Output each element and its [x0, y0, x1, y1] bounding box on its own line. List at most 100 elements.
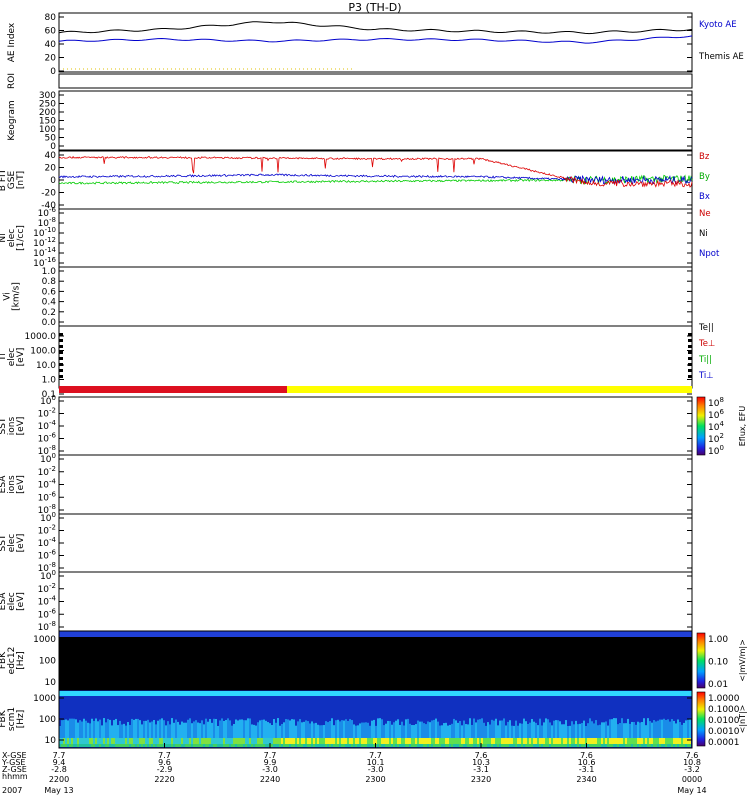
fbk-scm-cell	[307, 738, 309, 744]
legend-bz: Bz	[699, 152, 710, 162]
fbk-scm-cell	[467, 738, 469, 744]
fbk-scm-cell	[513, 725, 515, 738]
fbk-scm-cell	[661, 719, 663, 738]
panel-frame-vi	[58, 266, 693, 327]
fbk-scm-cell	[479, 719, 481, 738]
fbk-scm-cell	[181, 721, 183, 738]
fbk-scm-cell	[535, 722, 537, 738]
fbk-scm-cell	[389, 738, 391, 744]
fbk-scm-cell	[661, 744, 663, 747]
fbk-scm-cell	[77, 722, 79, 738]
fbk-scm-cell	[297, 744, 299, 747]
fbk-scm-cell	[357, 744, 359, 747]
fbk-scm-cell	[681, 744, 683, 747]
y-tick-label: 20	[45, 54, 57, 64]
fbk-scm-cell	[457, 744, 459, 747]
fbk-scm-cell	[677, 719, 679, 738]
fbk-scm-cell	[445, 722, 447, 738]
fbk-scm-cell	[451, 738, 453, 744]
fbk-scm-cell	[487, 722, 489, 738]
fbk-scm-cell	[485, 738, 487, 744]
fbk-scm-cell	[253, 744, 255, 747]
fbk-scm-cell	[597, 744, 599, 747]
fbk-scm-cell	[277, 718, 279, 738]
fbk-scm-cell	[315, 722, 317, 738]
legend-ti: Ti||	[698, 355, 712, 365]
fbk-scm-cell	[255, 744, 257, 747]
fbk-scm-cell	[75, 719, 77, 738]
fbk-scm-cell	[367, 722, 369, 738]
y-axis-label-sst_elec: SST elec [eV]	[0, 534, 26, 553]
x-tick-label-z: -3.0	[262, 765, 278, 774]
fbk-scm-cell	[77, 744, 79, 747]
fbk-scm-cell	[475, 744, 477, 747]
panel-frame-sst_ion	[58, 396, 693, 456]
fbk-scm-cell	[417, 738, 419, 744]
fbk-scm-cell	[673, 720, 675, 738]
fbk-scm-cell	[481, 718, 483, 738]
fbk-scm-cell	[683, 744, 685, 747]
fbk-scm-cell	[569, 725, 571, 738]
fbk-scm-cell	[243, 744, 245, 747]
fbk-scm-cell	[527, 738, 529, 744]
fbk-scm-cell	[423, 738, 425, 744]
fbk-scm-cell	[135, 718, 137, 738]
fbk-scm-cell	[593, 738, 595, 744]
fbk-scm-cell	[495, 738, 497, 744]
ti-marker	[688, 357, 692, 360]
fbk-scm-cell	[447, 738, 449, 744]
fbk-scm-cell	[517, 725, 519, 738]
fbk-scm-cell	[679, 738, 681, 744]
fbk-scm-cell	[335, 738, 337, 744]
y-tick-label: 100	[39, 657, 56, 667]
y-label-line: [Hz]	[16, 651, 26, 670]
fbk-scm-cell	[95, 744, 97, 747]
fbk-scm-cell	[563, 744, 565, 747]
fbk-scm-cell	[629, 723, 631, 738]
fbk-scm-cell	[643, 718, 645, 738]
fbk-scm-cell	[657, 738, 659, 744]
fbk-scm-cell	[559, 721, 561, 738]
ti-marker	[688, 333, 692, 336]
y-tick-label: 10	[45, 678, 57, 688]
fbk-scm-cell	[341, 744, 343, 747]
fbk-scm-cell	[537, 738, 539, 744]
fbk-scm-cell	[415, 724, 417, 738]
fbk-scm-cell	[125, 725, 127, 738]
y-axis-label-keogram: Keogram	[7, 100, 17, 140]
fbk-scm-cell	[291, 738, 293, 744]
fbk-scm-cell	[685, 744, 687, 747]
colorbar-title: <|nT|>	[738, 705, 747, 734]
x-axis: X-GSEY-GSEZ-GSEhhmm20077.79.4-2.82200May…	[1, 743, 707, 795]
fbk-scm-cell	[255, 738, 257, 744]
fbk-scm-cell	[501, 744, 503, 747]
y-tick-label: 10-2	[38, 465, 56, 478]
ti-marker	[688, 351, 692, 354]
fbk-scm-cell	[493, 744, 495, 747]
y-tick-label: 40	[45, 151, 57, 161]
y-label-line: [eV]	[16, 417, 26, 436]
panel-fbk_scm: 100010010FBK scm1 [Hz]1.00000.10000.01000.…	[0, 689, 747, 749]
fbk-scm-cell	[357, 738, 359, 744]
fbk-scm-cell	[397, 744, 399, 747]
fbk-scm-cell	[651, 744, 653, 747]
legend-kyotoae: Kyoto AE	[699, 20, 737, 30]
fbk-scm-cell	[353, 744, 355, 747]
fbk-scm-cell	[649, 738, 651, 744]
fbk-scm-cell	[541, 725, 543, 738]
fbk-scm-cell	[289, 744, 291, 747]
fbk-scm-cell	[413, 744, 415, 747]
fbk-scm-cell	[237, 720, 239, 738]
fbk-scm-cell	[687, 738, 689, 744]
fbk-scm-cell	[565, 720, 567, 738]
fbk-scm-cell	[295, 738, 297, 744]
fbk-scm-cell	[111, 725, 113, 738]
fbk-scm-cell	[505, 725, 507, 738]
fbk-scm-cell	[339, 721, 341, 738]
colorbar-tick: 0.10	[708, 658, 728, 668]
y-label-line: ROI	[7, 73, 17, 89]
fbk-scm-cell	[667, 738, 669, 744]
fbk-scm-cell	[329, 744, 331, 747]
fbk-scm-cell	[499, 738, 501, 744]
fbk-scm-cell	[135, 738, 137, 744]
